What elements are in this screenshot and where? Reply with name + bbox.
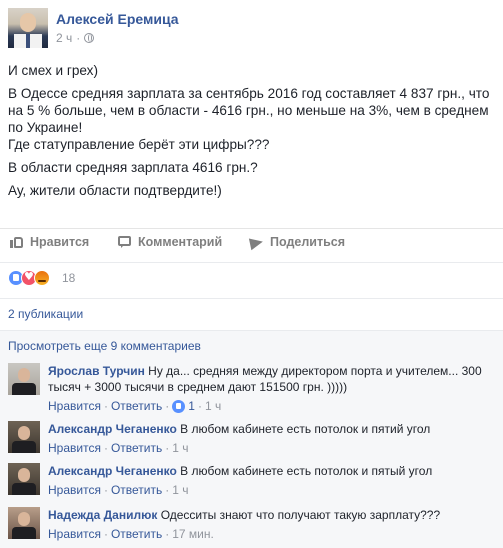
like-button[interactable]: Нравится: [10, 235, 89, 249]
commenter-avatar[interactable]: [8, 421, 40, 453]
share-button[interactable]: Поделиться: [250, 235, 345, 249]
comment-time[interactable]: 1 ч: [172, 483, 188, 497]
post-meta: 2 ч ·: [56, 31, 95, 45]
commenter-avatar[interactable]: [8, 463, 40, 495]
separator: ·: [197, 399, 202, 413]
commenter-name[interactable]: Ярослав Турчин: [48, 364, 145, 378]
post-paragraph: В области средняя зарплата 4616 грн.?: [8, 160, 258, 175]
comment-meta: Нравится · Ответить · 1 ч: [48, 441, 189, 455]
comment-meta: Нравится · Ответить · 1 · 1 ч: [48, 399, 221, 413]
comment-reply-link[interactable]: Ответить: [111, 441, 162, 455]
comment-body: В любом кабинете есть потолок и пятий уг…: [180, 422, 431, 436]
post-actions: Нравится Комментарий Поделиться: [0, 228, 503, 259]
comments-section: Просмотреть еще 9 комментариев Ярослав Т…: [0, 330, 503, 548]
post-paragraph: И смех и грех): [8, 63, 98, 78]
separator: ·: [165, 527, 170, 541]
comment-icon: [118, 235, 132, 249]
comment-like-count[interactable]: 1: [188, 399, 195, 413]
comment-like-link[interactable]: Нравится: [48, 441, 101, 455]
shares-bar: 2 публикации: [0, 298, 503, 329]
reactions-count[interactable]: 18: [62, 271, 75, 285]
comment-like-link[interactable]: Нравится: [48, 399, 101, 413]
comment-text: Александр Чеганенко В любом кабинете ест…: [48, 421, 498, 437]
post-body: И смех и грех) В Одессе средняя зарплата…: [8, 62, 494, 205]
separator: ·: [103, 483, 108, 497]
comment-reply-link[interactable]: Ответить: [111, 399, 162, 413]
comment-time[interactable]: 17 мин.: [172, 527, 214, 541]
comment-like-link[interactable]: Нравится: [48, 483, 101, 497]
view-more-comments-link[interactable]: Просмотреть еще 9 комментариев: [8, 339, 201, 353]
commenter-name[interactable]: Александр Чеганенко: [48, 422, 177, 436]
separator: ·: [103, 399, 108, 413]
comment-body: Одесситы знают что получают такую зарпла…: [160, 508, 441, 522]
post-paragraph: Где статуправление берёт эти цифры???: [8, 137, 270, 152]
separator: ·: [76, 31, 81, 45]
commenter-name[interactable]: Надежда Данилюк: [48, 508, 157, 522]
commenter-avatar[interactable]: [8, 507, 40, 539]
separator: ·: [103, 441, 108, 455]
commenter-name[interactable]: Александр Чеганенко: [48, 464, 177, 478]
author-avatar[interactable]: [8, 8, 48, 48]
separator: ·: [103, 527, 108, 541]
reactions-bar[interactable]: 18: [0, 262, 503, 293]
separator: ·: [165, 483, 170, 497]
comment-label: Комментарий: [138, 235, 223, 249]
separator: ·: [165, 399, 170, 413]
comment-like-link[interactable]: Нравится: [48, 527, 101, 541]
commenter-avatar[interactable]: [8, 363, 40, 395]
like-icon: [172, 399, 186, 413]
comment-text: Ярослав Турчин Ну да... средняя между ди…: [48, 363, 498, 395]
share-label: Поделиться: [270, 235, 346, 249]
thumbs-up-icon: [10, 235, 24, 249]
comment-reply-link[interactable]: Ответить: [111, 483, 162, 497]
post-time[interactable]: 2 ч: [56, 31, 72, 45]
comment-time[interactable]: 1 ч: [172, 441, 188, 455]
globe-icon: [84, 33, 95, 43]
comment-text: Александр Чеганенко В любом кабинете ест…: [48, 463, 498, 479]
comment-body: В любом кабинете есть потолок и пятый уг…: [180, 464, 433, 478]
separator: ·: [165, 441, 170, 455]
like-label: Нравится: [30, 235, 90, 249]
comment-time[interactable]: 1 ч: [205, 399, 221, 413]
post-header: Алексей Еремица 2 ч ·: [8, 8, 488, 52]
post-paragraph: Ау, жители области подтвердите!): [8, 183, 222, 198]
post-paragraph: В Одессе средняя зарплата за сентябрь 20…: [8, 86, 490, 135]
shares-link[interactable]: 2 публикации: [8, 307, 83, 321]
comment-text: Надежда Данилюк Одесситы знают что получ…: [48, 507, 498, 523]
facebook-post: Алексей Еремица 2 ч · И смех и грех) В О…: [0, 0, 503, 548]
comment-reply-link[interactable]: Ответить: [111, 527, 162, 541]
angry-reaction-icon: [34, 270, 50, 286]
comment-meta: Нравится · Ответить · 17 мин.: [48, 527, 214, 541]
comment-meta: Нравится · Ответить · 1 ч: [48, 483, 189, 497]
comment-button[interactable]: Комментарий: [118, 235, 222, 249]
author-name[interactable]: Алексей Еремица: [56, 11, 179, 27]
share-icon: [250, 235, 264, 249]
